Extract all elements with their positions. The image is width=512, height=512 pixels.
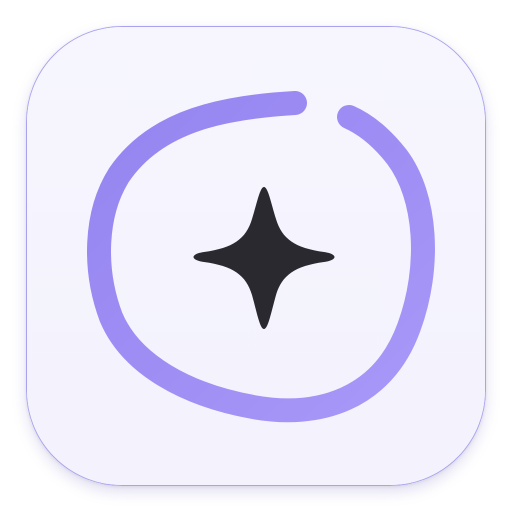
- app-icon-tile[interactable]: [26, 26, 486, 486]
- sparkle-in-circle-icon: [27, 27, 485, 485]
- app-icon-stage: [0, 0, 512, 512]
